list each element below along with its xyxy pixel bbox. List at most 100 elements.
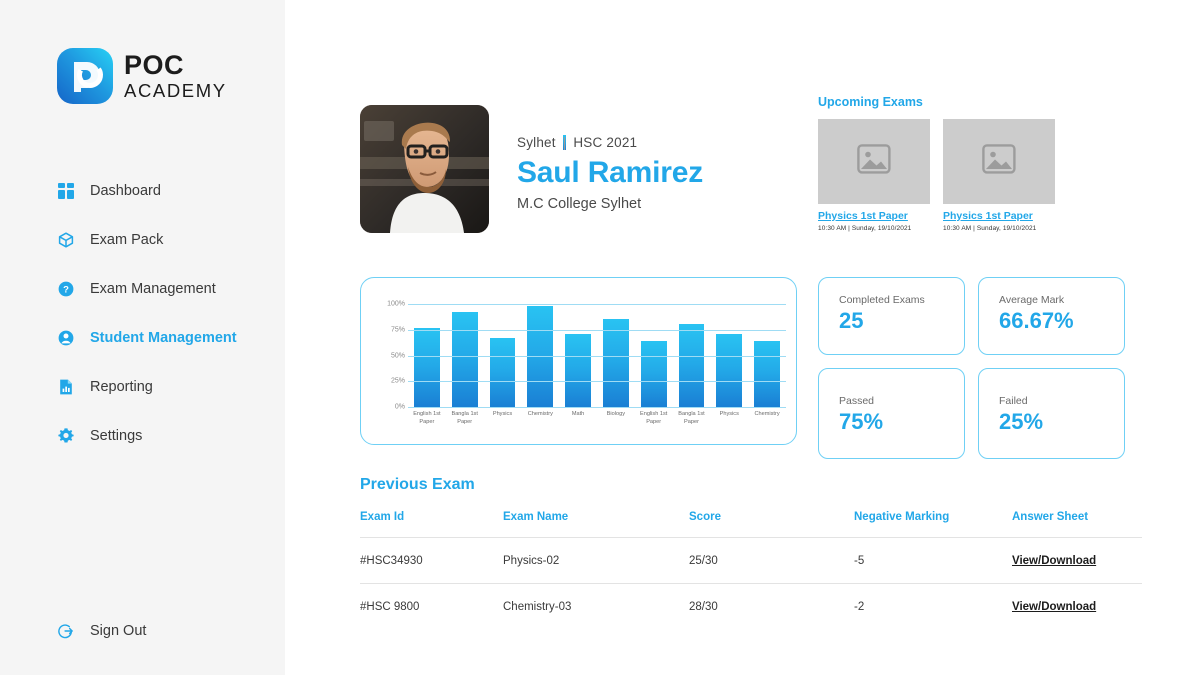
answer-sheet-download-link[interactable]: View/Download: [1012, 555, 1142, 567]
sidebar-item-exam-pack[interactable]: Exam Pack: [57, 227, 272, 253]
sidebar-nav: Dashboard Exam Pack ? Exam Management St…: [57, 178, 272, 472]
upcoming-exam-link[interactable]: Physics 1st Paper: [943, 210, 1055, 222]
poc-logo-icon: [57, 48, 113, 104]
table-header-row: Exam Id Exam Name Score Negative Marking…: [360, 511, 1142, 537]
stat-label: Completed Exams: [839, 294, 925, 306]
sidebar-item-label: Settings: [90, 428, 143, 444]
brand-name-secondary: ACADEMY: [124, 79, 227, 101]
column-header-negative-marking: Negative Marking: [854, 511, 950, 523]
stats-cards: Completed Exams 25 Average Mark 66.67% P…: [818, 277, 1125, 459]
stat-label: Average Mark: [999, 294, 1065, 306]
column-header-score: Score: [689, 511, 721, 523]
upcoming-exam-card[interactable]: Physics 1st Paper 10:30 AM | Sunday, 19/…: [943, 119, 1055, 232]
sidebar-item-exam-management[interactable]: ? Exam Management: [57, 276, 272, 302]
chart-bar[interactable]: [527, 306, 554, 407]
question-circle-icon: ?: [57, 281, 74, 298]
sidebar-item-label: Exam Management: [90, 281, 216, 297]
chart-gridline: [408, 355, 786, 357]
performance-bar-chart: 100% 75% 50% 25% 0% English 1st Paper Bangla …: [360, 277, 797, 445]
chart-x-tick-label: English 1st Paper: [413, 411, 441, 426]
stat-card-passed: Passed 75%: [818, 368, 965, 459]
sidebar-item-student-management[interactable]: Student Management: [57, 325, 272, 351]
column-header-answer-sheet: Answer Sheet: [1012, 511, 1089, 523]
chart-bar[interactable]: [565, 333, 591, 407]
stat-value: 25%: [999, 409, 1044, 434]
chart-x-tick-label: Chemistry: [527, 411, 553, 417]
chart-y-tick-label: 50%: [390, 352, 405, 359]
stat-value: 25: [839, 308, 864, 333]
sidebar-item-label: Reporting: [90, 379, 153, 395]
chart-y-tick-label: 100%: [387, 300, 405, 308]
student-management-page: POC ACADEMY Dashboard Exam Pack ? Exam M…: [0, 0, 1200, 675]
chart-bar[interactable]: [603, 319, 629, 407]
sidebar-item-label: Dashboard: [90, 183, 161, 199]
sign-out-button[interactable]: Sign Out: [57, 622, 146, 639]
cell-score: 28/30: [689, 600, 718, 613]
exam-thumbnail: [818, 119, 930, 204]
chart-x-tick-label: Biology: [606, 411, 626, 417]
upcoming-exam-link[interactable]: Physics 1st Paper: [818, 210, 930, 222]
brand-logo[interactable]: POC ACADEMY: [57, 48, 227, 104]
stat-value: 66.67%: [999, 308, 1074, 333]
cell-exam-id: #HSC34930: [360, 554, 423, 567]
sidebar-item-dashboard[interactable]: Dashboard: [57, 178, 272, 204]
cell-score: 25/30: [689, 554, 718, 567]
image-placeholder-icon: [857, 144, 891, 179]
stat-label: Failed: [999, 395, 1028, 407]
chart-bar[interactable]: [754, 341, 780, 407]
upcoming-exam-time: 10:30 AM | Sunday, 19/10/2021: [943, 225, 1037, 232]
chart-x-tick-label: Bangla 1st Paper: [678, 411, 705, 426]
upcoming-exams-title: Upcoming Exams: [818, 95, 923, 109]
cell-negative-marking: -2: [854, 600, 865, 613]
stat-value: 75%: [839, 409, 884, 434]
upcoming-exam-card[interactable]: Physics 1st Paper 10:30 AM | Sunday, 19/…: [818, 119, 930, 232]
profile-session: HSC 2021: [573, 135, 638, 150]
answer-sheet-download-link[interactable]: View/Download: [1012, 601, 1142, 613]
svg-text:?: ?: [63, 285, 69, 296]
column-header-exam-id: Exam Id: [360, 511, 405, 523]
main-content: Sylhet | HSC 2021 Saul Ramirez M.C Colle…: [285, 0, 1200, 675]
gear-icon: [57, 428, 74, 445]
sidebar: POC ACADEMY Dashboard Exam Pack ? Exam M…: [0, 0, 285, 675]
chart-bar[interactable]: [414, 327, 440, 407]
chart-x-tick-label: English 1st Paper: [639, 411, 668, 426]
sidebar-item-settings[interactable]: Settings: [57, 423, 272, 449]
sidebar-item-reporting[interactable]: Reporting: [57, 374, 272, 400]
cell-exam-name: Chemistry-03: [503, 600, 572, 613]
chart-gridline: [408, 381, 786, 383]
chart-bar[interactable]: [640, 341, 667, 407]
sidebar-item-label: Exam Pack: [90, 232, 164, 248]
chart-bar[interactable]: [489, 338, 516, 407]
chart-plot-area: [408, 304, 786, 408]
chart-x-axis: English 1st Paper Bangla 1st Paper Physics…: [408, 410, 786, 427]
profile-college: M.C College Sylhet: [517, 196, 642, 212]
chart-bar[interactable]: [451, 312, 478, 407]
student-profile: Sylhet | HSC 2021 Saul Ramirez M.C Colle…: [360, 105, 703, 233]
page-title: Saul Ramirez: [517, 156, 704, 189]
chart-bar[interactable]: [678, 323, 705, 407]
sign-out-label: Sign Out: [90, 622, 147, 639]
chart-y-tick-label: 25%: [390, 377, 405, 385]
chart-x-tick-label: Math: [571, 411, 585, 417]
cube-package-icon: [57, 232, 74, 249]
user-circle-icon: [57, 330, 74, 347]
chart-y-axis: 100% 75% 50% 25% 0%: [375, 300, 405, 411]
column-header-exam-name: Exam Name: [503, 511, 569, 523]
avatar: [360, 105, 489, 233]
sign-out-circle-arrow-icon: [57, 622, 74, 639]
upcoming-exams-section: Upcoming Exams Physics 1st Paper 10:30 A…: [818, 95, 1078, 232]
cell-negative-marking: -5: [854, 554, 865, 567]
upcoming-exam-time: 10:30 AM | Sunday, 19/10/2021: [818, 225, 912, 232]
chart-gridline: [408, 407, 786, 408]
profile-meta-separator: |: [562, 135, 567, 150]
previous-exam-title: Previous Exam: [360, 476, 475, 493]
previous-exam-section: Previous Exam Exam Id Exam Name Score Ne…: [360, 476, 1150, 629]
chart-bar[interactable]: [716, 333, 743, 407]
stat-card-completed-exams: Completed Exams 25: [818, 277, 965, 355]
stat-card-failed: Failed 25%: [978, 368, 1125, 459]
bar-chart-document-icon: [57, 379, 74, 396]
previous-exam-table: Exam Id Exam Name Score Negative Marking…: [360, 511, 1142, 629]
chart-gridline: [408, 304, 786, 305]
image-placeholder-icon: [982, 144, 1016, 179]
chart-y-tick-label: 75%: [390, 326, 405, 334]
